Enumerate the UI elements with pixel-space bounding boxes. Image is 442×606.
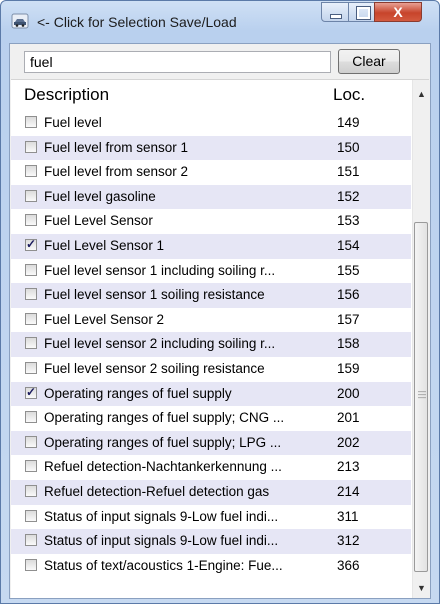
list-item[interactable]: Fuel level sensor 1 soiling resistance 15… xyxy=(11,283,411,308)
row-description: Fuel Level Sensor 1 xyxy=(44,237,165,253)
row-checkbox[interactable] xyxy=(25,116,37,128)
list-item[interactable]: Fuel Level Sensor 153 xyxy=(11,209,411,234)
row-description: Fuel level from sensor 1 xyxy=(44,139,189,155)
list-item[interactable]: Operating ranges of fuel supply 200 xyxy=(11,381,411,407)
list-item[interactable]: Fuel Level Sensor 2 157 xyxy=(11,308,411,333)
row-checkbox[interactable] xyxy=(25,288,37,301)
row-loc: 366 xyxy=(337,557,360,573)
row-checkbox[interactable] xyxy=(25,237,37,251)
row-description: Operating ranges of fuel supply xyxy=(44,385,232,401)
row-checkbox[interactable] xyxy=(25,411,37,424)
row-description: Fuel level sensor 1 including soiling r.… xyxy=(44,262,276,278)
title-bar[interactable]: <- Click for Selection Save/Load X xyxy=(1,1,439,43)
row-description: Fuel level sensor 2 soiling resistance xyxy=(44,360,265,376)
row-checkbox[interactable] xyxy=(25,484,37,497)
row-checkbox[interactable] xyxy=(25,214,37,227)
row-description: Status of text/acoustics 1-Engine: Fue..… xyxy=(44,557,283,573)
vertical-scrollbar[interactable]: ▲ — — — ▼ xyxy=(412,80,430,598)
list-item[interactable]: Fuel Level Sensor 1 154 xyxy=(11,233,411,259)
list-item[interactable]: Fuel level from sensor 1 150 xyxy=(11,135,411,161)
row-loc: 214 xyxy=(337,483,360,499)
list-item[interactable]: Status of input signals 9-Low fuel indi.… xyxy=(11,505,411,530)
close-icon: X xyxy=(393,4,403,20)
row-description: Refuel detection-Refuel detection gas xyxy=(44,483,270,499)
list-item[interactable]: Status of input signals 9-Low fuel indi.… xyxy=(11,529,411,554)
row-description: Fuel level gasoline xyxy=(44,188,156,204)
list-item[interactable]: Status of text/acoustics 1-Engine: Fue..… xyxy=(11,554,411,579)
row-checkbox[interactable] xyxy=(25,385,37,399)
row-checkbox[interactable] xyxy=(25,460,37,473)
row-checkbox[interactable] xyxy=(25,509,37,522)
scroll-up-icon[interactable]: ▲ xyxy=(413,86,430,103)
maximize-icon xyxy=(356,6,371,20)
list-header: Description Loc. xyxy=(11,80,411,108)
list-item[interactable]: Fuel level gasoline 152 xyxy=(11,184,411,210)
row-checkbox[interactable] xyxy=(25,165,37,178)
row-loc: 200 xyxy=(337,385,360,401)
row-checkbox[interactable] xyxy=(25,435,37,448)
column-header-loc[interactable]: Loc. xyxy=(333,85,365,105)
results-list[interactable]: Description Loc. Fuel level 149 Fuel level… xyxy=(11,79,430,598)
list-item[interactable]: Refuel detection-Refuel detection gas 214 xyxy=(11,479,411,505)
list-item[interactable]: Fuel level sensor 1 including soiling r.… xyxy=(11,259,411,284)
row-description: Status of input signals 9-Low fuel indi.… xyxy=(44,533,279,549)
list-item[interactable]: Refuel detection-Nachtankerkennung ... 21… xyxy=(11,455,411,480)
row-loc: 155 xyxy=(337,262,360,278)
minimize-icon xyxy=(330,14,342,19)
row-loc: 311 xyxy=(337,508,359,524)
row-description: Operating ranges of fuel supply; CNG ... xyxy=(44,410,285,426)
row-loc: 201 xyxy=(337,410,360,426)
row-loc: 151 xyxy=(337,164,360,180)
rows-container: Fuel level 149 Fuel level from sensor 1 150… xyxy=(11,111,411,578)
list-item[interactable]: Operating ranges of fuel supply; CNG ...… xyxy=(11,406,411,431)
row-loc: 154 xyxy=(337,237,360,253)
maximize-button[interactable] xyxy=(348,2,375,22)
row-description: Fuel level sensor 1 soiling resistance xyxy=(44,287,265,303)
grip-icon: — — — xyxy=(418,387,426,402)
search-input[interactable]: fuel xyxy=(24,51,331,73)
list-item[interactable]: Fuel level sensor 2 including soiling r.… xyxy=(11,332,411,357)
row-description: Fuel Level Sensor xyxy=(44,213,153,229)
selection-window: <- Click for Selection Save/Load X fuel … xyxy=(0,0,440,604)
scroll-down-icon[interactable]: ▼ xyxy=(413,580,430,597)
row-checkbox[interactable] xyxy=(25,263,37,276)
row-checkbox[interactable] xyxy=(25,534,37,547)
list-item[interactable]: Fuel level sensor 2 soiling resistance 15… xyxy=(11,357,411,382)
row-loc: 149 xyxy=(337,115,360,130)
minimize-button[interactable] xyxy=(321,2,349,22)
row-checkbox[interactable] xyxy=(25,337,37,350)
row-description: Fuel level xyxy=(44,115,102,130)
row-checkbox[interactable] xyxy=(25,312,37,325)
row-loc: 153 xyxy=(337,213,360,229)
car-icon[interactable] xyxy=(11,13,29,29)
list-item[interactable]: Fuel level 149 xyxy=(11,111,411,136)
row-loc: 150 xyxy=(337,139,360,155)
row-loc: 312 xyxy=(337,533,360,549)
row-checkbox[interactable] xyxy=(25,361,37,374)
row-loc: 156 xyxy=(337,287,360,303)
close-button[interactable]: X xyxy=(374,2,422,22)
row-loc: 157 xyxy=(337,311,360,327)
row-description: Fuel level sensor 2 including soiling r.… xyxy=(44,336,276,352)
row-description: Operating ranges of fuel supply; LPG ... xyxy=(44,434,282,450)
window-title: <- Click for Selection Save/Load xyxy=(37,14,237,30)
row-loc: 152 xyxy=(337,188,360,204)
scroll-thumb[interactable]: — — — xyxy=(414,222,428,572)
row-checkbox[interactable] xyxy=(25,189,37,202)
row-loc: 213 xyxy=(337,459,360,475)
row-checkbox[interactable] xyxy=(25,558,37,571)
list-item[interactable]: Operating ranges of fuel supply; LPG ...… xyxy=(11,430,411,456)
row-description: Fuel level from sensor 2 xyxy=(44,164,189,180)
row-loc: 159 xyxy=(337,360,360,376)
client-area: fuel Clear Description Loc. Fuel level 14… xyxy=(9,43,431,599)
row-checkbox[interactable] xyxy=(25,140,37,153)
row-description: Refuel detection-Nachtankerkennung ... xyxy=(44,459,282,475)
row-description: Status of input signals 9-Low fuel indi.… xyxy=(44,508,279,524)
row-description: Fuel Level Sensor 2 xyxy=(44,311,165,327)
row-loc: 202 xyxy=(337,434,360,450)
list-item[interactable]: Fuel level from sensor 2 151 xyxy=(11,160,411,185)
row-loc: 158 xyxy=(337,336,360,352)
clear-button[interactable]: Clear xyxy=(338,49,400,74)
column-header-description[interactable]: Description xyxy=(24,85,109,105)
